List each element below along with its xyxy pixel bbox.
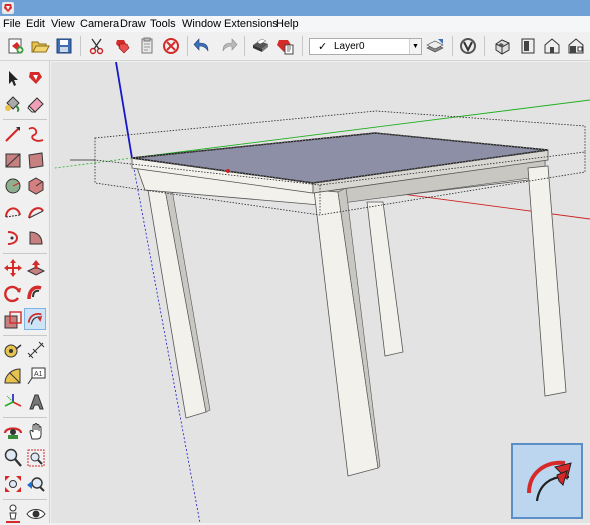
offset-tool-button[interactable] bbox=[24, 308, 46, 330]
menu-window[interactable]: Window bbox=[182, 17, 221, 31]
title-bar bbox=[0, 0, 590, 16]
offset-icon bbox=[527, 460, 572, 502]
toolbar-separator bbox=[452, 36, 453, 56]
toolbar-separator bbox=[302, 36, 303, 56]
menu-view[interactable]: View bbox=[51, 17, 75, 31]
toolbar-separator bbox=[484, 36, 485, 56]
select-icon[interactable] bbox=[2, 67, 24, 89]
new-model-icon[interactable] bbox=[6, 36, 26, 56]
components-icon[interactable] bbox=[458, 36, 478, 56]
layer-dropdown[interactable]: ✓ Layer0 ▼ bbox=[309, 38, 422, 55]
toolbar-separator bbox=[187, 36, 188, 56]
layer-visible-check: ✓ bbox=[318, 41, 328, 53]
freehand-icon[interactable] bbox=[25, 123, 47, 145]
pan-icon[interactable] bbox=[25, 421, 47, 443]
pie-icon[interactable] bbox=[25, 227, 47, 249]
menu-bar: File Edit View Camera Draw Tools Window … bbox=[0, 16, 590, 32]
arc-icon[interactable] bbox=[2, 201, 24, 223]
menu-extensions[interactable]: Extensions bbox=[224, 17, 278, 31]
svg-text:A1: A1 bbox=[34, 371, 43, 378]
menu-help[interactable]: Help bbox=[276, 17, 299, 31]
model-viewport[interactable] bbox=[51, 62, 590, 523]
layer-manager-icon[interactable] bbox=[425, 36, 445, 56]
save-icon[interactable] bbox=[54, 36, 74, 56]
text-icon[interactable]: A1 bbox=[25, 365, 47, 387]
toolbar-separator bbox=[244, 36, 245, 56]
zoom-icon[interactable] bbox=[2, 447, 24, 469]
sketchup-logo-icon bbox=[2, 2, 14, 14]
menu-tools[interactable]: Tools bbox=[150, 17, 176, 31]
rotate-icon[interactable] bbox=[2, 283, 24, 305]
left-tool-palette: A1 bbox=[0, 61, 50, 523]
scene-canvas bbox=[51, 62, 590, 523]
rotated-rectangle-icon[interactable] bbox=[25, 149, 47, 171]
redo-icon[interactable] bbox=[218, 36, 238, 56]
orbit-icon[interactable] bbox=[2, 421, 24, 443]
zoom-window-icon[interactable] bbox=[25, 447, 47, 469]
previous-view-icon[interactable] bbox=[25, 473, 47, 495]
right-view-icon[interactable] bbox=[566, 36, 586, 56]
menu-camera[interactable]: Camera bbox=[80, 17, 119, 31]
push-pull-icon[interactable] bbox=[25, 257, 47, 279]
tool-separator bbox=[3, 335, 47, 336]
position-camera-icon[interactable] bbox=[2, 503, 24, 525]
inference-point bbox=[226, 169, 230, 173]
paint-bucket-icon[interactable] bbox=[2, 93, 24, 115]
cut-icon[interactable] bbox=[87, 36, 107, 56]
tool-separator bbox=[3, 119, 47, 120]
menu-draw[interactable]: Draw bbox=[120, 17, 146, 31]
tool-separator bbox=[3, 417, 47, 418]
zoom-extents-icon[interactable] bbox=[2, 473, 24, 495]
open-folder-icon[interactable] bbox=[30, 36, 50, 56]
axes-icon[interactable] bbox=[2, 391, 24, 413]
tool-separator bbox=[3, 499, 47, 500]
follow-me-icon[interactable] bbox=[25, 283, 47, 305]
tape-measure-icon[interactable] bbox=[2, 339, 24, 361]
three-point-arc-icon[interactable] bbox=[2, 227, 24, 249]
front-view-icon[interactable] bbox=[542, 36, 562, 56]
eraser-icon[interactable] bbox=[25, 93, 47, 115]
undo-icon[interactable] bbox=[193, 36, 213, 56]
3d-text-icon[interactable] bbox=[25, 391, 47, 413]
move-icon[interactable] bbox=[2, 257, 24, 279]
active-tool-badge bbox=[511, 443, 583, 519]
main-toolbar: ✓ Layer0 ▼ bbox=[0, 32, 590, 61]
paste-icon[interactable] bbox=[137, 36, 157, 56]
erase-icon[interactable] bbox=[161, 36, 181, 56]
layer-name: Layer0 bbox=[334, 41, 365, 52]
top-view-icon[interactable] bbox=[518, 36, 538, 56]
circle-icon[interactable] bbox=[2, 175, 24, 197]
toolbar-separator bbox=[80, 36, 81, 56]
polygon-icon[interactable] bbox=[25, 175, 47, 197]
two-point-arc-icon[interactable] bbox=[25, 201, 47, 223]
tool-separator bbox=[3, 253, 47, 254]
model-info-icon[interactable] bbox=[275, 36, 295, 56]
viewport-background bbox=[51, 62, 590, 523]
protractor-icon[interactable] bbox=[2, 365, 24, 387]
dimension-icon[interactable] bbox=[25, 339, 47, 361]
offset-icon bbox=[27, 313, 43, 325]
chevron-down-icon[interactable]: ▼ bbox=[409, 39, 421, 54]
scale-icon[interactable] bbox=[2, 309, 24, 331]
make-component-icon[interactable] bbox=[25, 67, 47, 89]
copy-icon[interactable] bbox=[112, 36, 132, 56]
print-icon[interactable] bbox=[250, 36, 270, 56]
menu-file[interactable]: File bbox=[3, 17, 21, 31]
line-icon[interactable] bbox=[2, 123, 24, 145]
iso-view-icon[interactable] bbox=[492, 36, 512, 56]
menu-edit[interactable]: Edit bbox=[26, 17, 45, 31]
rectangle-icon[interactable] bbox=[2, 149, 24, 171]
look-around-icon[interactable] bbox=[25, 503, 47, 525]
